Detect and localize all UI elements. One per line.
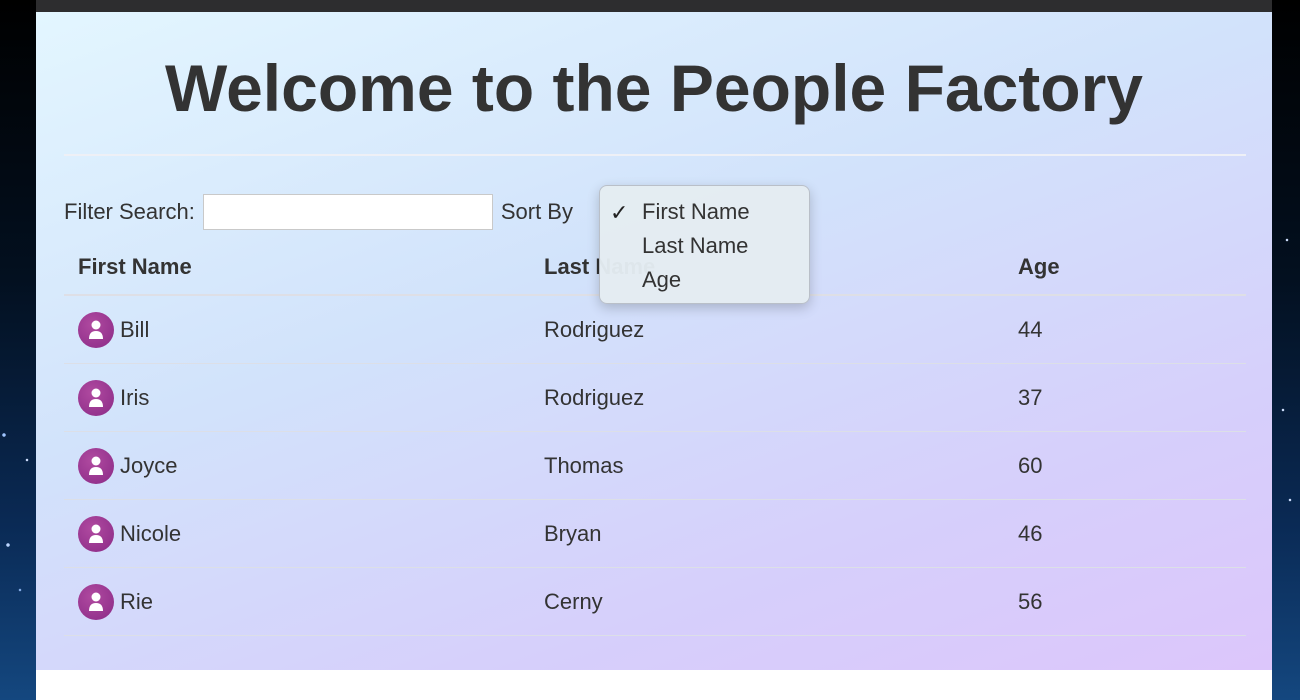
- header-age[interactable]: Age: [1018, 254, 1246, 280]
- browser-toolbar: [36, 0, 1272, 12]
- table-row[interactable]: Bill Rodriguez 44: [64, 296, 1246, 364]
- person-icon: [78, 379, 114, 416]
- sort-by-label: Sort By: [500, 199, 573, 224]
- person-icon: [78, 583, 114, 620]
- last-name: Cerny: [544, 588, 603, 614]
- age: 60: [1018, 452, 1043, 478]
- first-name-cell: Nicole: [64, 515, 544, 552]
- title-divider: [64, 154, 1246, 156]
- age: 37: [1018, 384, 1043, 410]
- table-row[interactable]: Iris Rodriguez 37: [64, 364, 1246, 432]
- sort-option-age[interactable]: Age: [642, 265, 681, 295]
- checkmark-icon: ✓: [610, 200, 629, 225]
- sort-option-first-name[interactable]: First Name: [642, 197, 750, 227]
- first-name-cell: Iris: [64, 379, 544, 416]
- table-row[interactable]: Nicole Bryan 46: [64, 500, 1246, 568]
- first-name-cell: Joyce: [64, 447, 544, 484]
- table-row[interactable]: Rie Cerny 56: [64, 568, 1246, 636]
- person-icon: [78, 311, 114, 348]
- filter-search-input[interactable]: [202, 194, 493, 230]
- filter-search-label: Filter Search:: [64, 199, 195, 224]
- page-title: Welcome to the People Factory: [164, 51, 1143, 125]
- page-footer-area: [36, 670, 1272, 700]
- first-name-cell: Bill: [64, 311, 544, 348]
- last-name: Rodriguez: [544, 316, 645, 342]
- last-name: Thomas: [544, 452, 624, 478]
- first-name: Iris: [120, 384, 150, 410]
- last-name: Rodriguez: [544, 384, 645, 410]
- first-name: Nicole: [120, 520, 182, 546]
- last-name: Bryan: [544, 520, 602, 546]
- age: 56: [1018, 588, 1043, 614]
- first-name: Joyce: [120, 452, 178, 478]
- person-icon: [78, 515, 114, 552]
- page-content: Welcome to the People Factory Filter Sea…: [36, 12, 1272, 670]
- header-first-name[interactable]: First Name: [64, 254, 544, 280]
- person-icon: [78, 447, 114, 484]
- sort-by-dropdown-menu: ✓ First Name Last Name Age: [599, 185, 810, 304]
- first-name-cell: Rie: [64, 583, 544, 620]
- controls-bar: Filter Search: Sort By: [64, 192, 577, 232]
- first-name: Rie: [120, 588, 154, 614]
- age: 44: [1018, 316, 1043, 342]
- first-name: Bill: [120, 316, 150, 342]
- table-row[interactable]: Joyce Thomas 60: [64, 432, 1246, 500]
- age: 46: [1018, 520, 1043, 546]
- sort-option-last-name[interactable]: Last Name: [642, 231, 748, 261]
